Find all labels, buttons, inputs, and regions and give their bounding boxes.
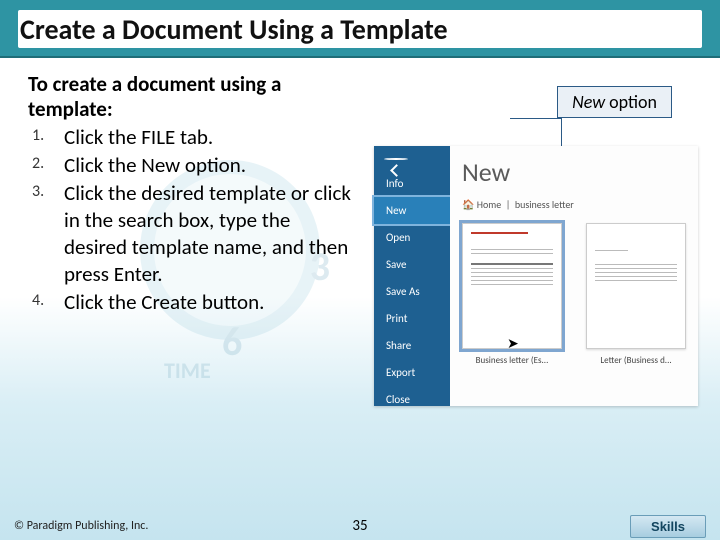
slide-title: Create a Document Using a Template [18, 10, 702, 48]
cursor-icon: ➤ [507, 335, 519, 352]
step-item: Click the FILE tab. [28, 124, 354, 151]
menu-item-close: Close [374, 386, 450, 413]
instruction-column: To create a document using a template: C… [28, 72, 354, 317]
template-thumb-selected: ➤ Business letter (Es... [462, 223, 562, 366]
menu-item-new: New [374, 197, 450, 224]
menu-item-print: Print [374, 305, 450, 332]
figure-column: New option Info New Open Save Save As Pr… [354, 72, 702, 317]
slide-footer: © Paradigm Publishing, Inc. 35 Skills [0, 512, 720, 540]
slide-title-bar: Create a Document Using a Template [0, 0, 720, 58]
template-caption: Business letter (Es... [462, 355, 562, 366]
callout-label: New option [557, 86, 672, 118]
menu-item-info: Info [374, 170, 450, 197]
step-item: Click the New option. [28, 152, 354, 179]
template-thumb: Letter (Business d... [586, 223, 686, 366]
template-caption: Letter (Business d... [586, 355, 686, 366]
back-arrow-icon [384, 158, 408, 160]
menu-item-open: Open [374, 224, 450, 251]
panel-breadcrumb: 🏠 Home | business letter [462, 198, 686, 211]
page-number: 35 [352, 517, 367, 535]
steps-list: Click the FILE tab. Click the New option… [28, 124, 354, 315]
file-menu-sidebar: Info New Open Save Save As Print Share E… [374, 146, 450, 406]
copyright-text: © Paradigm Publishing, Inc. [14, 519, 148, 533]
step-item: Click the Create button. [28, 289, 354, 316]
intro-text: To create a document using a template: [28, 72, 354, 122]
word-backstage-screenshot: Info New Open Save Save As Print Share E… [374, 146, 698, 406]
menu-item-export: Export [374, 359, 450, 386]
step-item: Click the desired template or click in t… [28, 180, 354, 288]
skills-button[interactable]: Skills [630, 515, 706, 538]
menu-item-save: Save [374, 251, 450, 278]
menu-item-share: Share [374, 332, 450, 359]
new-panel: New 🏠 Home | business letter [450, 146, 698, 406]
panel-title: New [462, 156, 686, 188]
menu-item-save-as: Save As [374, 278, 450, 305]
